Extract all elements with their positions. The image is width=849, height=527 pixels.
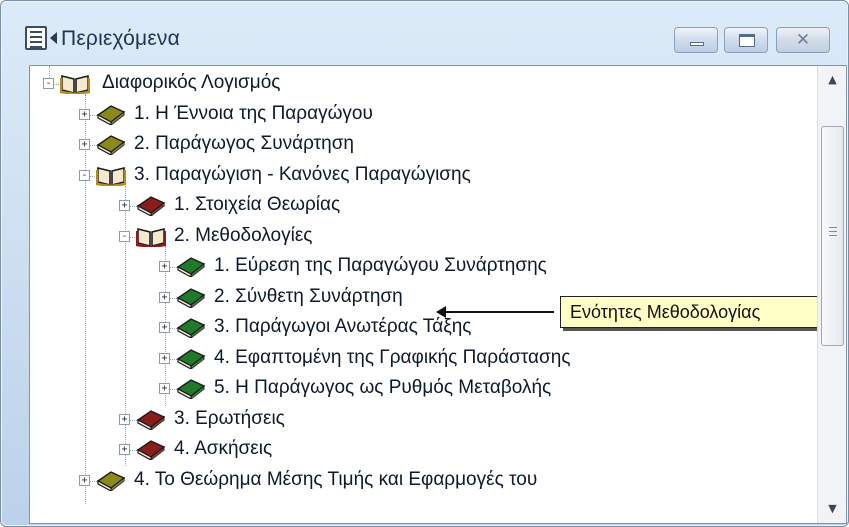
expand-icon[interactable]: + [159,383,170,394]
tree-item-label: 4. Το Θεώρημα Μέσης Τιμής και Εφαρμογές … [134,468,538,490]
tree-item[interactable]: +2. Παράγωγος Συνάρτηση [30,129,810,159]
tree-item-label: 4. Ασκήσεις [174,438,273,459]
open-book-icon [60,74,90,94]
closed-book-icon [176,318,206,338]
tree-item-label: 1. Εύρεση της Παραγώγου Συνάρτησης [214,255,547,276]
tree-item-label: 2. Μεθοδολογίες [174,224,313,246]
closed-book-icon [96,470,126,491]
expand-icon[interactable]: + [79,108,90,120]
maximize-icon [739,34,755,47]
close-icon: ✕ [795,30,811,50]
expand-icon[interactable]: + [119,444,130,455]
expand-icon[interactable]: + [159,291,170,303]
maximize-button[interactable] [724,27,768,53]
expand-icon[interactable]: + [119,200,130,211]
minimize-button[interactable] [674,27,718,53]
collapse-icon[interactable]: - [43,78,54,89]
tree-item[interactable]: +3. Ερωτήσεις [30,404,810,434]
close-button[interactable]: ✕ [776,27,830,53]
scroll-down-icon[interactable]: ▼ [818,495,847,523]
contents-window: Περιεχόμενα ✕ Ενότητες Μεθοδολογίας - Δια… [0,0,849,527]
tree-item-label: 5. Η Παράγωγος ως Ρυθμός Μεταβολής [214,377,552,398]
tree-item[interactable]: +5. Η Παράγωγος ως Ρυθμός Μεταβολής [30,373,810,403]
expand-icon[interactable]: + [79,139,90,150]
contents-panel: Ενότητες Μεθοδολογίας - Διαφορικός Λογισμ… [29,65,847,524]
tree-item[interactable]: - 2. Μεθοδολογίες [30,221,810,251]
scroll-up-icon[interactable]: ▲ [818,66,847,94]
open-book-icon [96,166,126,186]
tree-item-label: 3. Ερωτήσεις [174,407,285,429]
closed-book-icon [176,287,206,308]
tree-item[interactable]: +1. Εύρεση της Παραγώγου Συνάρτησης [30,251,810,281]
tree-item-label: 1. Η Έννοια της Παραγώγου [134,102,373,124]
expand-icon[interactable]: + [159,322,170,333]
tree-item[interactable]: +2. Σύνθετη Συνάρτηση [30,282,810,312]
tree-item-label: 2. Σύνθετη Συνάρτηση [214,285,403,307]
tree-item-label: 3. Παραγώγιση - Κανόνες Παραγώγισης [134,163,471,185]
closed-book-icon [176,257,206,277]
title-bar[interactable]: Περιεχόμενα ✕ [1,1,848,61]
tree-item[interactable]: +3. Παράγωγοι Ανωτέρας Τάξης [30,312,810,342]
expand-icon[interactable]: + [79,474,90,486]
closed-book-icon [136,409,166,430]
tree-item-label: 3. Παράγωγοι Ανωτέρας Τάξης [214,316,472,337]
grip-icon [829,227,837,239]
contents-list-icon[interactable] [25,26,47,50]
tree-item-label: 1. Στοιχεία Θεωρίας [174,194,341,215]
closed-book-icon [96,135,126,155]
scroll-thumb[interactable] [821,126,844,346]
collapse-arrow-icon[interactable] [50,32,57,44]
tree-item[interactable]: +4. Ασκήσεις [30,434,810,464]
expand-icon[interactable]: + [119,413,130,425]
tree-item[interactable]: - 3. Παραγώγιση - Κανόνες Παραγώγισης [30,160,810,190]
expand-icon[interactable]: + [159,352,170,364]
vertical-scrollbar[interactable]: ▲ ▼ [817,66,846,523]
tree-item-label: 2. Παράγωγος Συνάρτηση [134,133,354,154]
collapse-icon[interactable]: - [79,169,90,181]
tree-item[interactable]: +4. Εφαπτομένη της Γραφικής Παράστασης [30,343,810,373]
closed-book-icon [176,379,206,399]
closed-book-icon [136,196,166,216]
tree-item-label: Διαφορικός Λογισμός [102,72,281,93]
tree-item[interactable]: +1. Η Έννοια της Παραγώγου [30,99,810,129]
tree-item[interactable]: +4. Το Θεώρημα Μέσης Τιμής και Εφαρμογές… [30,465,810,495]
expand-icon[interactable]: + [159,261,170,272]
closed-book-icon [136,440,166,460]
open-book-icon [136,227,166,247]
tree-item[interactable]: - Διαφορικός Λογισμός [30,68,810,98]
closed-book-icon [96,104,126,125]
closed-book-icon [176,348,206,369]
tree-item[interactable]: +1. Στοιχεία Θεωρίας [30,190,810,220]
tree-item-label: 4. Εφαπτομένη της Γραφικής Παράστασης [214,346,571,368]
contents-tree[interactable]: Ενότητες Μεθοδολογίας - Διαφορικός Λογισμ… [30,66,817,523]
minimize-icon [690,42,704,46]
window-title: Περιεχόμενα [61,27,180,50]
collapse-icon[interactable]: - [119,230,130,242]
